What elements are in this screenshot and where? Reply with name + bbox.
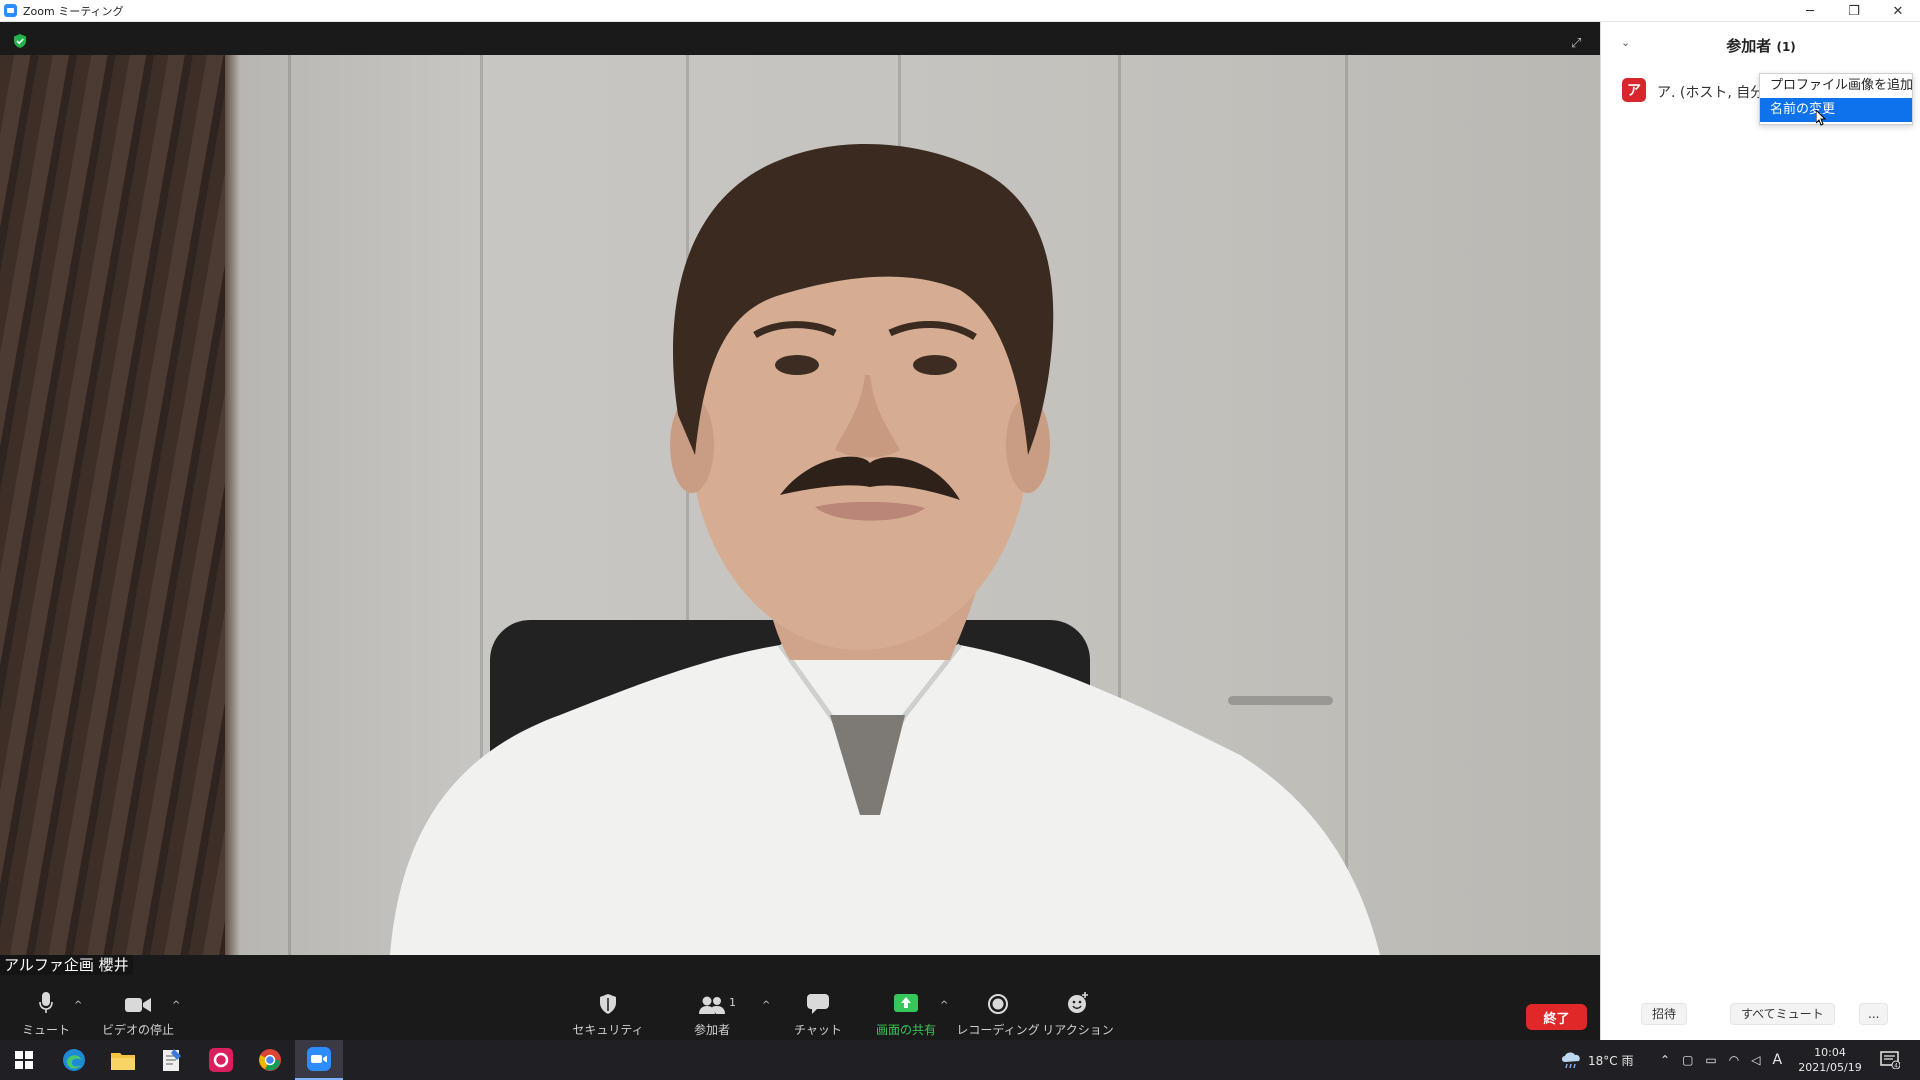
person-figure	[390, 143, 1380, 955]
restore-button[interactable]: ❐	[1832, 0, 1876, 22]
network-wifi-icon[interactable]: ◠	[1729, 1053, 1739, 1067]
panel-title-text: 参加者	[1726, 37, 1772, 55]
notification-icon: 4	[1880, 1051, 1900, 1069]
weather-text: 18°C 雨	[1588, 1053, 1634, 1068]
microphone-icon	[39, 992, 53, 1013]
show-hidden-icons-chevron-icon[interactable]: ⌃	[1660, 1053, 1670, 1067]
recording-label: レコーディング	[956, 1023, 1040, 1037]
weather-widget[interactable]: 18°C 雨	[1560, 1040, 1633, 1080]
clock-time: 10:04	[1814, 1046, 1846, 1059]
participant-avatar: ア	[1622, 78, 1646, 102]
mute-label: ミュート	[21, 1023, 70, 1037]
participants-panel: ⌄ 参加者 (1) ア ア. (ホスト, 自分) プロファイル画像を追加 名前の…	[1600, 22, 1920, 1040]
mute-all-button[interactable]: すべてミュート	[1730, 1003, 1835, 1025]
share-screen-label: 画面の共有	[875, 1023, 936, 1037]
notification-center-button[interactable]: 4	[1880, 1040, 1900, 1080]
participants-panel-title: 参加者 (1)	[1601, 35, 1920, 56]
taskbar-clock[interactable]: 10:04 2021/05/19	[1790, 1045, 1870, 1075]
more-options-button[interactable]: ...	[1859, 1003, 1889, 1025]
system-tray-icons: ⌃ ▢ ▭ ◠ ◁ A	[1660, 1040, 1782, 1080]
device-icon[interactable]: ▢	[1682, 1053, 1693, 1067]
security-label: セキュリティ	[572, 1023, 644, 1037]
video-camera-icon	[125, 998, 151, 1012]
participants-panel-header: ⌄ 参加者 (1)	[1601, 22, 1920, 66]
participants-panel-footer: 招待 すべてミュート ...	[1601, 1000, 1920, 1030]
record-icon	[988, 994, 1008, 1014]
meeting-area: ⤢ アルファ企画 櫻井 ミュート ^ ビデオの停止 ^ セキュリティ 参加者 1…	[0, 22, 1600, 1062]
mouse-pointer-icon	[1816, 110, 1826, 126]
participants-icon	[699, 996, 725, 1014]
panel-participant-count: (1)	[1776, 40, 1796, 54]
zoom-app-icon	[4, 4, 17, 17]
stop-video-label: ビデオの停止	[101, 1023, 174, 1037]
rain-cloud-icon	[1562, 1052, 1580, 1069]
taskbar-zoom[interactable]	[295, 1040, 343, 1080]
windows-logo-icon	[15, 1051, 33, 1069]
curtain-background	[0, 55, 225, 955]
creative-cloud-icon	[209, 1048, 233, 1072]
battery-icon[interactable]: ▭	[1705, 1053, 1716, 1067]
start-button[interactable]	[0, 1040, 48, 1080]
security-shield-icon	[600, 994, 616, 1014]
ime-indicator[interactable]: A	[1772, 1052, 1782, 1068]
menu-item-rename[interactable]: 名前の変更	[1760, 98, 1912, 122]
chat-label: チャット	[794, 1023, 842, 1037]
reactions-label: リアクション	[1042, 1023, 1114, 1037]
window-controls: ─ ❐ ✕	[1788, 0, 1920, 22]
taskbar-notepad[interactable]	[148, 1040, 196, 1080]
minimize-button[interactable]: ─	[1788, 0, 1832, 22]
video-top-bar: ⤢	[0, 22, 1600, 55]
share-options-caret[interactable]: ^	[940, 1000, 948, 1011]
windows-taskbar: 18°C 雨 ⌃ ▢ ▭ ◠ ◁ A 10:04 2021/05/19 4	[0, 1040, 1920, 1080]
audio-options-caret[interactable]: ^	[74, 1000, 82, 1011]
folder-icon	[111, 1053, 135, 1070]
notepad-icon	[163, 1049, 181, 1071]
participant-name: ア. (ホスト, 自分)	[1657, 85, 1770, 101]
taskbar-edge[interactable]	[50, 1040, 98, 1080]
invite-button[interactable]: 招待	[1641, 1003, 1688, 1025]
participants-count: 1	[729, 996, 736, 1009]
chrome-browser-icon	[259, 1049, 281, 1071]
edge-browser-icon	[63, 1049, 85, 1071]
fullscreen-icon[interactable]: ⤢	[1571, 36, 1587, 52]
participant-name-tag: アルファ企画 櫻井	[0, 955, 133, 975]
participants-options-caret[interactable]: ^	[762, 1000, 770, 1011]
speaker-volume-icon[interactable]: ◁	[1751, 1053, 1760, 1067]
clock-date: 2021/05/19	[1798, 1061, 1862, 1074]
end-meeting-button[interactable]: 終了	[1526, 1004, 1587, 1030]
share-screen-icon	[894, 994, 918, 1012]
chat-bubble-icon	[807, 994, 829, 1014]
emoji-reaction-icon	[1068, 992, 1088, 1013]
participants-label: 参加者	[693, 1023, 730, 1037]
wall-panel-line	[288, 55, 291, 955]
video-options-caret[interactable]: ^	[172, 1000, 180, 1011]
window-title: Zoom ミーティング	[23, 4, 124, 18]
taskbar-chrome[interactable]	[246, 1040, 294, 1080]
zoom-icon	[307, 1047, 331, 1071]
menu-item-add-profile-picture[interactable]: プロファイル画像を追加	[1760, 74, 1913, 98]
close-button[interactable]: ✕	[1876, 0, 1920, 22]
taskbar-file-explorer[interactable]	[99, 1040, 147, 1080]
participant-context-menu: プロファイル画像を追加 名前の変更	[1759, 73, 1913, 125]
encryption-shield-icon[interactable]	[13, 34, 27, 48]
taskbar-creative-app[interactable]	[197, 1040, 245, 1080]
participant-video[interactable]	[0, 55, 1600, 955]
window-title-bar: Zoom ミーティング ─ ❐ ✕	[0, 0, 1920, 22]
